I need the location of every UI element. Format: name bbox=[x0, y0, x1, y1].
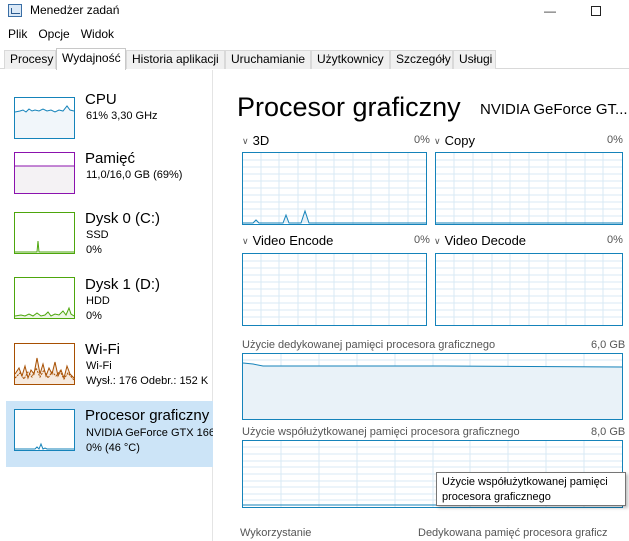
disk-1-type: HDD bbox=[86, 295, 110, 307]
tab-bar: Procesy Wydajność Historia aplikacji Uru… bbox=[0, 48, 629, 70]
cpu-thumbnail-graph bbox=[14, 97, 75, 139]
maximize-icon bbox=[591, 6, 601, 16]
memory-thumbnail-graph bbox=[14, 152, 75, 194]
minimize-button[interactable]: — bbox=[527, 0, 573, 22]
engine-video-decode-graph bbox=[435, 253, 623, 326]
engine-3d-graph bbox=[242, 152, 427, 225]
chevron-down-icon: ∨ bbox=[434, 236, 441, 246]
tab-app-history[interactable]: Historia aplikacji bbox=[126, 50, 225, 69]
engine-selector-3d[interactable]: ∨ 3D bbox=[242, 133, 269, 148]
engine-selector-video-decode[interactable]: ∨ Video Decode bbox=[434, 233, 526, 248]
memory-label: Pamięć bbox=[85, 150, 136, 167]
resource-disk-1[interactable]: Dysk 1 (D:) HDD 0% bbox=[6, 273, 213, 339]
chevron-down-icon: ∨ bbox=[242, 236, 249, 246]
shared-memory-max: 8,0 GB bbox=[591, 426, 626, 438]
page-title: Procesor graficzny bbox=[237, 92, 461, 122]
disk-0-thumbnail-graph bbox=[14, 212, 75, 254]
tab-users[interactable]: Użytkownicy bbox=[311, 50, 390, 69]
minimize-icon: — bbox=[544, 4, 556, 18]
resource-list: CPU 61% 3,30 GHz Pamięć 11,0/16,0 GB (69… bbox=[0, 70, 213, 541]
dedicated-memory-stat-label: Dedykowana pamięć procesora graficz bbox=[418, 527, 608, 539]
wifi-thumbnail-graph bbox=[14, 343, 75, 385]
maximize-button[interactable] bbox=[573, 0, 619, 22]
gpu-thumbnail-graph bbox=[14, 409, 75, 451]
engine-copy-value: 0% bbox=[607, 134, 623, 146]
cpu-usage: 61% 3,30 GHz bbox=[86, 110, 158, 122]
menu-file[interactable]: Plik bbox=[0, 25, 32, 43]
disk-0-label: Dysk 0 (C:) bbox=[85, 210, 160, 227]
tab-startup[interactable]: Uruchamianie bbox=[225, 50, 311, 69]
menu-view[interactable]: Widok bbox=[75, 25, 119, 43]
window-title: Menedżer zadań bbox=[30, 3, 120, 17]
shared-memory-tooltip: Użycie współużytkowanej pamięci procesor… bbox=[436, 472, 626, 506]
disk-0-type: SSD bbox=[86, 229, 109, 241]
engine-selector-video-encode[interactable]: ∨ Video Encode bbox=[242, 233, 333, 248]
gpu-label: Procesor graficzny 0 bbox=[85, 407, 211, 424]
wifi-label: Wi-Fi bbox=[85, 341, 120, 358]
engine-video-encode-value: 0% bbox=[414, 234, 430, 246]
cpu-label: CPU bbox=[85, 91, 117, 108]
engine-video-encode-graph bbox=[242, 253, 427, 326]
memory-usage: 11,0/16,0 GB (69%) bbox=[86, 169, 183, 181]
tab-processes[interactable]: Procesy bbox=[4, 50, 56, 69]
chevron-down-icon: ∨ bbox=[434, 136, 441, 146]
engine-video-decode-value: 0% bbox=[607, 234, 623, 246]
tooltip-line-1: Użycie współużytkowanej pamięci bbox=[442, 476, 608, 488]
tab-performance[interactable]: Wydajność bbox=[56, 48, 126, 70]
task-manager-icon bbox=[8, 4, 22, 17]
chevron-down-icon: ∨ bbox=[242, 136, 249, 146]
gpu-model-name: NVIDIA GeForce GT... bbox=[480, 101, 628, 118]
menu-options[interactable]: Opcje bbox=[32, 25, 74, 43]
gpu-details-panel: Procesor graficzny NVIDIA GeForce GT... … bbox=[214, 70, 629, 541]
resource-wifi[interactable]: Wi-Fi Wi-Fi Wysł.: 176 Odebr.: 152 K bbox=[6, 338, 213, 404]
disk-0-usage: 0% bbox=[86, 244, 102, 256]
disk-1-label: Dysk 1 (D:) bbox=[85, 276, 160, 293]
utilization-label: Wykorzystanie bbox=[240, 527, 312, 539]
title-bar: Menedżer zadań — bbox=[0, 0, 629, 22]
dedicated-memory-label: Użycie dedykowanej pamięci procesora gra… bbox=[242, 339, 496, 351]
dedicated-memory-graph bbox=[242, 353, 623, 420]
disk-1-usage: 0% bbox=[86, 310, 102, 322]
wifi-throughput: Wysł.: 176 Odebr.: 152 K bbox=[86, 375, 209, 387]
engine-copy-graph bbox=[435, 152, 623, 225]
resource-disk-0[interactable]: Dysk 0 (C:) SSD 0% bbox=[6, 207, 213, 273]
gpu-usage: 0% (46 °C) bbox=[86, 442, 140, 454]
tab-services[interactable]: Usługi bbox=[453, 50, 496, 69]
wifi-type: Wi-Fi bbox=[86, 360, 112, 372]
gpu-model: NVIDIA GeForce GTX 1660 bbox=[86, 427, 213, 439]
resource-cpu[interactable]: CPU 61% 3,30 GHz bbox=[6, 87, 213, 153]
resource-memory[interactable]: Pamięć 11,0/16,0 GB (69%) bbox=[6, 147, 213, 213]
shared-memory-label: Użycie współużytkowanej pamięci procesor… bbox=[242, 426, 520, 438]
disk-1-thumbnail-graph bbox=[14, 277, 75, 319]
tooltip-line-2: procesora graficznego bbox=[442, 491, 551, 503]
engine-3d-value: 0% bbox=[414, 134, 430, 146]
resource-gpu[interactable]: Procesor graficzny 0 NVIDIA GeForce GTX … bbox=[6, 401, 213, 467]
tab-details[interactable]: Szczegóły bbox=[390, 50, 453, 69]
engine-selector-copy[interactable]: ∨ Copy bbox=[434, 133, 475, 148]
menu-bar: Plik Opcje Widok bbox=[0, 25, 119, 43]
dedicated-memory-max: 6,0 GB bbox=[591, 339, 626, 351]
